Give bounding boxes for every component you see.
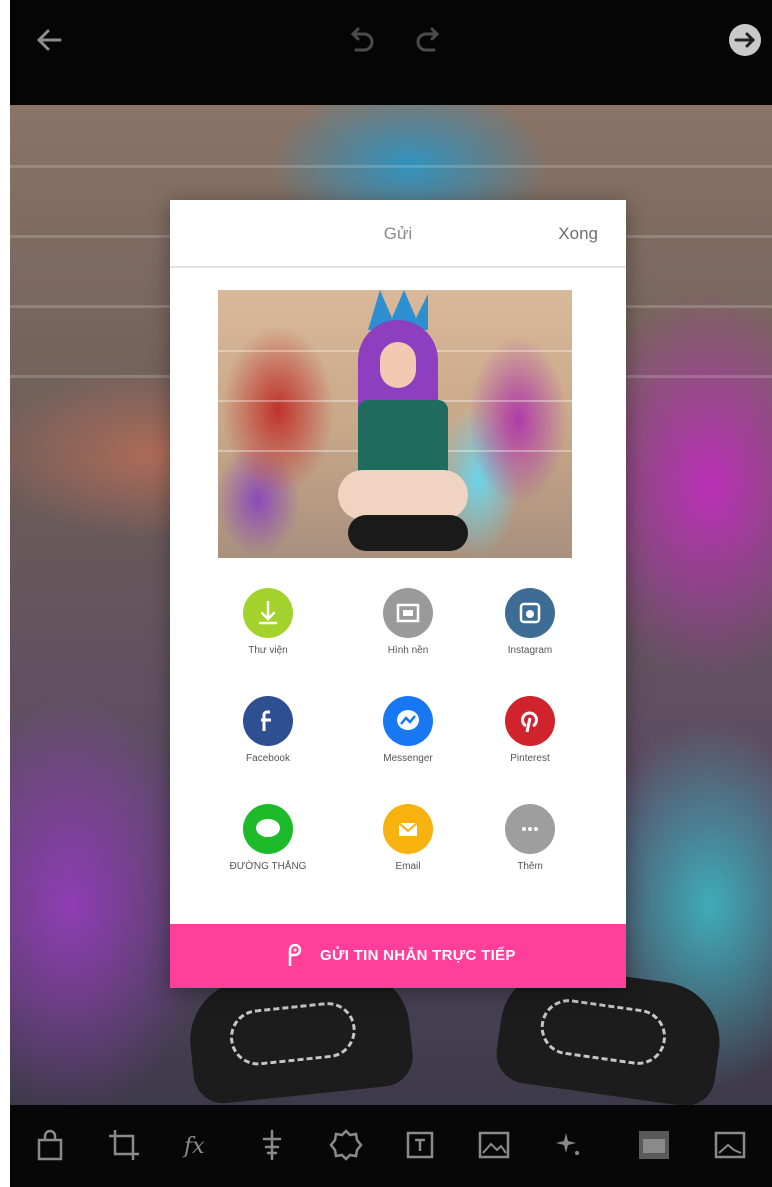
retouch-icon[interactable]: [252, 1125, 292, 1165]
download-icon: [243, 588, 293, 638]
share-dialog: Gửi Xong Thư viện Hình nền Instagram Fac…: [170, 200, 626, 988]
share-item-instagram[interactable]: Instagram: [470, 588, 590, 684]
direct-message-label: GỬI TIN NHẮN TRỰC TIẾP: [320, 947, 516, 964]
crop-icon[interactable]: [104, 1125, 144, 1165]
share-item-label: Email: [395, 861, 421, 872]
share-item-label: Instagram: [507, 645, 553, 656]
shoelace-shape: [537, 995, 670, 1069]
arrow-left-icon[interactable]: [30, 20, 70, 60]
dialog-header: Gửi Xong: [170, 200, 626, 268]
done-button[interactable]: Xong: [558, 224, 598, 244]
person-shirt-shape: [358, 400, 448, 480]
share-item-label: ĐƯỜNG THẲNG: [229, 861, 307, 872]
sparkle-icon[interactable]: [548, 1125, 588, 1165]
redo-icon[interactable]: [410, 20, 450, 60]
top-bar: [10, 0, 772, 105]
instagram-icon: [505, 588, 555, 638]
shoelace-shape: [227, 999, 359, 1069]
person-shoes-shape: [348, 515, 468, 551]
shopping-bag-icon[interactable]: [30, 1125, 70, 1165]
share-item-more[interactable]: Thêm: [470, 804, 590, 900]
background-icon[interactable]: [710, 1125, 750, 1165]
messenger-icon: [383, 696, 433, 746]
share-item-label: Pinterest: [510, 753, 550, 764]
picsart-icon: [288, 944, 302, 966]
arrow-right-circle-icon[interactable]: [725, 20, 765, 60]
facebook-icon: [243, 696, 293, 746]
share-item-label: Messenger: [383, 753, 433, 764]
share-item-facebook[interactable]: Facebook: [208, 696, 328, 792]
wallpaper-icon: [383, 588, 433, 638]
pinterest-icon: [505, 696, 555, 746]
share-item-label: Thêm: [517, 861, 543, 872]
share-item-wallpaper[interactable]: Hình nền: [348, 588, 468, 684]
share-item-label: Hình nền: [387, 645, 429, 656]
share-item-label: Facebook: [246, 753, 290, 764]
frame-icon[interactable]: [634, 1125, 674, 1165]
share-item-line[interactable]: ĐƯỜNG THẲNG: [208, 804, 328, 900]
direct-message-button[interactable]: GỬI TIN NHẮN TRỰC TIẾP: [170, 924, 626, 988]
share-item-label: Thư viện: [248, 645, 288, 656]
sticker-icon[interactable]: [326, 1125, 366, 1165]
svg-text:fx: fx: [182, 1134, 205, 1159]
add-photo-icon[interactable]: [474, 1125, 514, 1165]
person-legs-shape: [338, 470, 468, 520]
wood-plank: [10, 165, 772, 168]
person-face-shape: [380, 342, 416, 388]
share-item-email[interactable]: Email: [348, 804, 468, 900]
bottom-toolbar: fx: [10, 1105, 772, 1187]
more-icon: [505, 804, 555, 854]
image-preview: [218, 290, 572, 558]
effects-fx-icon[interactable]: fx: [178, 1125, 218, 1165]
text-icon[interactable]: [400, 1125, 440, 1165]
undo-icon[interactable]: [340, 20, 380, 60]
share-item-gallery[interactable]: Thư viện: [208, 588, 328, 684]
app-frame: fx Gửi Xong Thư viện Hình nền Instagram …: [10, 0, 772, 1187]
line-icon: [243, 804, 293, 854]
email-icon: [383, 804, 433, 854]
share-item-pinterest[interactable]: Pinterest: [470, 696, 590, 792]
share-item-messenger[interactable]: Messenger: [348, 696, 468, 792]
